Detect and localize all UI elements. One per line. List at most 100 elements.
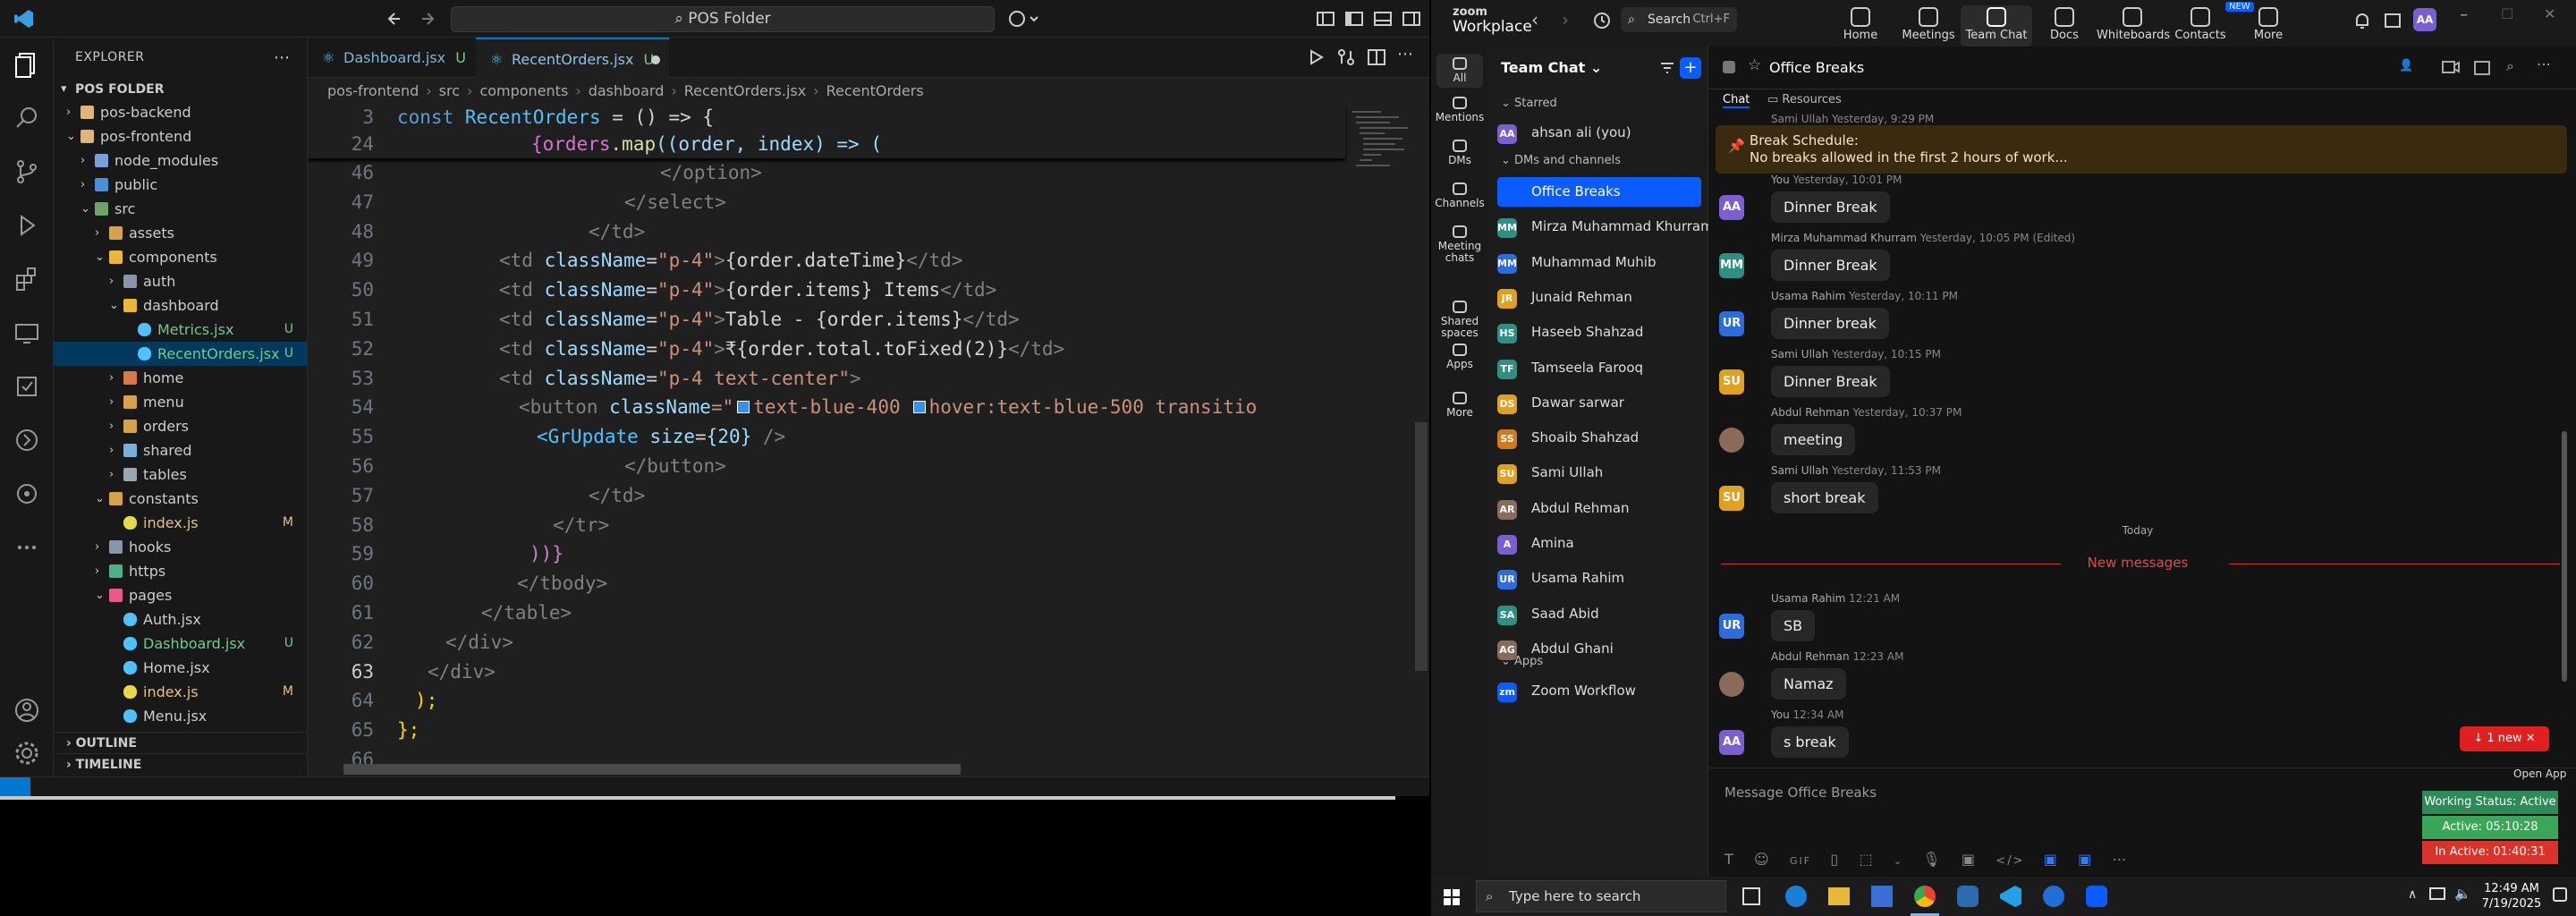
folder-item[interactable]: ⌄ pages [54, 583, 308, 607]
edge-icon[interactable] [1785, 886, 1807, 907]
nav-contacts[interactable]: Contacts [2165, 5, 2236, 47]
folder-item[interactable]: › tables [54, 462, 308, 487]
close-icon[interactable]: ✕ [2544, 5, 2555, 22]
message[interactable]: Mirza Muhammad Khurram Yesterday, 10:05 … [1719, 232, 2524, 285]
maximize-icon[interactable]: ☐ [2501, 5, 2513, 22]
chat-list-item[interactable]: MM Mirza Muhammad Khurram [1497, 212, 1714, 242]
file-item[interactable]: Dashboard.jsx U [54, 632, 308, 656]
file-item[interactable]: index.js M [54, 511, 308, 535]
minimize-icon[interactable]: – [2460, 5, 2468, 24]
breadcrumb-item[interactable]: pos-frontend [327, 82, 419, 99]
breadcrumb-item[interactable]: src [439, 82, 460, 99]
account-icon[interactable] [13, 696, 41, 725]
copilot-chat-icon[interactable] [13, 479, 41, 508]
file-item[interactable]: index.js M [54, 680, 308, 704]
message[interactable]: Usama Rahim 12:21 AM UR SB [1719, 592, 2524, 646]
history-icon[interactable] [1592, 11, 1612, 30]
notification-center-icon[interactable] [2553, 887, 2567, 902]
folder-item[interactable]: › home [54, 366, 308, 390]
explorer-root-folder[interactable]: ▾ POS FOLDER [54, 79, 308, 100]
customize-layout-icon[interactable] [1315, 8, 1336, 30]
app-icon[interactable]: ▣ [2044, 851, 2059, 868]
avatar[interactable]: AA [2413, 8, 2436, 31]
breadcrumb-item[interactable]: RecentOrders.jsx [684, 82, 806, 99]
gif-icon[interactable]: GIF [1790, 855, 1811, 867]
folder-item[interactable]: › https [54, 559, 308, 583]
copilot-icon[interactable] [1007, 8, 1038, 30]
message[interactable]: You 12:34 AM AA s break [1719, 708, 2524, 762]
source-control-icon[interactable] [13, 157, 41, 186]
video-icon[interactable] [2442, 61, 2460, 73]
file-item[interactable]: Home.jsx [54, 656, 308, 680]
settings-gear-icon[interactable] [13, 739, 41, 768]
composer-more-icon[interactable]: ⋯ [2113, 851, 2129, 868]
search-icon[interactable] [13, 104, 41, 132]
folder-item[interactable]: ⌄ constants [54, 487, 308, 511]
forward-arrow-icon[interactable]: › [1562, 9, 1569, 30]
folder-item[interactable]: › menu [54, 390, 308, 414]
folder-item[interactable]: ⌄ src [54, 197, 308, 221]
toggle-secondary-sidebar-icon[interactable] [1401, 8, 1422, 30]
chat-list-item[interactable]: A Amina [1497, 529, 1701, 558]
command-center-search[interactable]: ⌕ POS Folder [451, 6, 995, 32]
file-item[interactable]: Menu.jsx [54, 704, 308, 728]
rail-apps[interactable]: Apps [1431, 344, 1488, 370]
chat-list-item[interactable]: zm Zoom Workflow [1497, 676, 1701, 706]
pinned-message[interactable]: 📌 Break Schedule: No breaks allowed in t… [1716, 125, 2567, 174]
volume-icon[interactable]: 🔈 [2454, 886, 2471, 902]
app-icon[interactable] [1957, 886, 1979, 907]
extensions-icon[interactable] [13, 265, 41, 293]
folder-item[interactable]: ⌄ components [54, 245, 308, 269]
chat-list-item[interactable]: JR Junaid Rehman [1497, 283, 1701, 312]
outline-section[interactable]: › OUTLINE [54, 732, 308, 753]
nav-docs[interactable]: Docs [2029, 5, 2100, 47]
toggle-sidebar-icon[interactable] [1343, 8, 1365, 30]
folder-item[interactable]: › public [54, 173, 308, 197]
star-icon[interactable]: ☆ [1748, 56, 1761, 74]
chat-search-icon[interactable]: ⌕ [2506, 57, 2514, 75]
run-icon[interactable] [1306, 47, 1326, 67]
members-icon[interactable]: 👤 [2399, 59, 2413, 72]
notifications-bell-icon[interactable] [2352, 11, 2372, 30]
more-views-icon[interactable] [13, 533, 41, 562]
rail-more[interactable]: More [1431, 392, 1488, 419]
breadcrumb-item[interactable]: components [479, 82, 568, 99]
folder-item[interactable]: › assets [54, 221, 308, 245]
rail-channels[interactable]: Channels [1431, 182, 1488, 209]
tab-recent-orders[interactable]: ⚛ RecentOrders.jsx U [476, 38, 669, 78]
chrome-icon[interactable] [1914, 886, 1936, 907]
code-icon[interactable]: </> [1996, 854, 2024, 868]
explorer-icon[interactable] [13, 50, 41, 79]
app-icon[interactable]: ▣ [2078, 851, 2093, 868]
app-icon[interactable] [2043, 886, 2064, 907]
apps-window-icon[interactable] [2383, 11, 2402, 30]
horizontal-scrollbar-thumb[interactable] [343, 764, 961, 775]
windows-start-icon[interactable] [1444, 889, 1460, 905]
folder-item[interactable]: › node_modules [54, 148, 308, 173]
new-chat-plus-button[interactable]: + [1680, 57, 1701, 79]
chat-list-item[interactable]: AA ahsan ali (you) [1497, 118, 1701, 148]
rail-meeting-chats[interactable]: Meeting chats [1431, 225, 1488, 264]
zoom-taskbar-icon[interactable] [2086, 886, 2107, 907]
message[interactable]: Abdul Rehman Yesterday, 10:37 PM meeting [1719, 406, 2524, 460]
screenshot-icon[interactable]: ⬚ [1859, 851, 1874, 868]
rail-mentions[interactable]: Mentions [1431, 97, 1488, 123]
chat-list-item[interactable]: SU Sami Ullah [1497, 458, 1701, 488]
file-item[interactable]: Metrics.jsx U [54, 318, 308, 342]
chat-list-item[interactable]: DS Dawar sarwar [1497, 388, 1701, 418]
starred-section[interactable]: ⌄ Starred [1501, 97, 1557, 110]
chat-list-item[interactable]: MM Muhammad Muhib [1497, 248, 1701, 277]
task-view-icon[interactable] [1742, 887, 1760, 905]
breadcrumb-item[interactable]: dashboard [589, 82, 665, 99]
chat-list-item[interactable]: Office Breaks [1497, 177, 1701, 207]
team-chat-header[interactable]: Team Chat ⌄ [1501, 59, 1602, 76]
video-message-icon[interactable]: ▣ [1962, 851, 1977, 868]
taskbar-search[interactable]: ⌕ Type here to search [1476, 880, 1726, 912]
run-debug-icon[interactable] [13, 211, 41, 240]
tab-dashboard[interactable]: ⚛ Dashboard.jsx U [308, 38, 476, 78]
toggle-panel-icon[interactable] [1372, 8, 1394, 30]
explorer-more-icon[interactable]: ⋯ [274, 48, 290, 67]
breadcrumb-item[interactable]: RecentOrders [826, 82, 924, 99]
editor-scrollbar-thumb[interactable] [1415, 422, 1428, 671]
chat-scrollbar-thumb[interactable] [2562, 431, 2567, 682]
